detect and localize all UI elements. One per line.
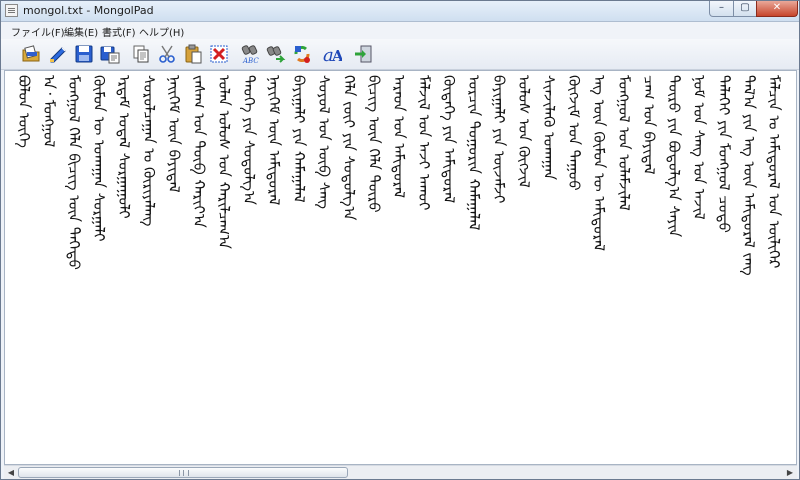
text-line: ᠪᠣᠯᠣᠨ ᠦᠭᠡ bbox=[15, 75, 33, 149]
open-folder-icon[interactable] bbox=[19, 42, 43, 66]
text-line: ᠡᠩ ᠦᠨ ᠬᠦᠮᠦᠨ ᠦ ᠠᠮᠢᠳᠤᠷᠠᠯ bbox=[590, 75, 608, 252]
text-line: ᠤᠯᠤᠰ ᠤᠨ ᠬᠥᠭᠵᠢᠯ bbox=[515, 75, 533, 188]
text-line: ᠪᠠᠶᠢᠭᠠᠯᠢ ᠶᠢᠨ ᠦᠵᠡᠮᠵᠢ bbox=[490, 75, 508, 204]
notepad-app-icon bbox=[5, 4, 18, 17]
text-line: ᠴᠠᠭ ᠤᠨ ᠪᠠᠶᠢᠳᠠᠯ bbox=[640, 75, 658, 175]
text-line: ᠬᠦᠮᠦᠨ ᠦ ᠤᠬᠠᠭᠠᠨ ᠰᠤᠷᠭᠠᠯᠢ bbox=[90, 75, 108, 242]
text-line: ᠨᠣᠮ ᠤᠨ ᠰᠠᠩ ᠤᠨ ᠠᠵᠢᠯ bbox=[690, 75, 708, 220]
cut-scissors-icon[interactable] bbox=[155, 42, 179, 66]
text-line: ᠮᠣᠩᠭᠣᠯ ᠬᠡᠯᠡ ᠪᠢᠴᠢᠭ ᠦᠨ ᠳᠡᠭᠡᠳᠦ bbox=[65, 75, 83, 270]
text-line: ᠰᠤᠶᠤᠯ ᠤᠨ ᠥᠪ ᠰᠠᠩ bbox=[315, 75, 333, 209]
text-line: ᠰᠢᠨᠵᠢᠯᠡᠬᠦ ᠤᠬᠠᠭᠠᠨ bbox=[540, 75, 558, 181]
svg-text:A: A bbox=[331, 47, 342, 64]
text-line: ᠣᠷᠴᠢᠨ ᠲᠣᠭᠣᠷᠢᠨ ᠬᠠᠮᠠᠭᠠᠯᠠᠯ bbox=[465, 75, 483, 231]
text-line: ᠪᠠᠶᠢᠭᠠᠯᠢ ᠶᠢᠨ ᠬᠠᠮᠠᠭᠠᠯᠠᠯ bbox=[290, 75, 308, 203]
text-line: ᠲᠥᠷᠥ ᠶᠢᠨ ᠪᠣᠳᠣᠯᠭ᠎ᠠ ᠰᠠᠶᠢᠨ bbox=[665, 75, 683, 238]
app-window: mongol.txt - MongolPad – ▢ ✕ ファイル(F) 編集(… bbox=[0, 0, 800, 480]
open-edit-icon[interactable] bbox=[46, 42, 70, 66]
scrollbar-thumb[interactable] bbox=[18, 467, 348, 478]
menu-bar: ファイル(F) 編集(E) 書式(F) ヘルプ(H) bbox=[1, 22, 799, 39]
text-line: ᠵᠠᠰᠠᠭ ᠤᠨ ᠲᠥᠪ ᠬᠠᠷᠢᠶ᠎ᠠ bbox=[190, 75, 208, 228]
scrollbar-grip-icon bbox=[179, 470, 189, 476]
text-line: ᠠ᠂ ᠮᠣᠩᠭᠣᠯ bbox=[40, 75, 58, 148]
paste-clipboard-icon[interactable] bbox=[181, 42, 205, 66]
close-button[interactable]: ✕ bbox=[756, 1, 798, 17]
text-editor-area[interactable]: ᠪᠣᠯᠣᠨ ᠦᠭᠡ ᠠ᠂ ᠮᠣᠩᠭᠣᠯ ᠮᠣᠩᠭᠣᠯ ᠬᠡᠯᠡ ᠪᠢᠴᠢᠭ ᠦᠨ… bbox=[4, 70, 797, 465]
find-replace-icon[interactable] bbox=[264, 42, 288, 66]
exit-icon[interactable] bbox=[351, 42, 375, 66]
text-line: ᠣᠯᠠᠨ ᠤᠯᠤᠰ ᠤᠨ ᠬᠠᠷᠢᠯᠴᠠᠭ᠎ᠠ bbox=[215, 75, 233, 249]
text-line: ᠬᠡᠯᠡ ᠵᠦᠢ ᠶᠢᠨ ᠰᠤᠳᠤᠯᠭ᠎ᠠ bbox=[340, 75, 358, 221]
scroll-right-arrow-icon[interactable]: ▶ bbox=[783, 467, 797, 479]
text-line: ᠨᠡᠢᠭᠡᠮ ᠦᠨ ᠪᠠᠶᠢᠳᠠᠯ bbox=[165, 75, 183, 193]
text-line: ᠬᠦᠳᠡᠭᠡ ᠶᠢᠨ ᠠᠮᠢᠳᠤᠷᠠᠯ bbox=[440, 75, 458, 204]
scroll-left-arrow-icon[interactable]: ◀ bbox=[4, 467, 18, 479]
toolbar: ABC aA bbox=[1, 39, 799, 70]
text-line: ᠰᠤᠷᠤᠯᠴᠠᠭᠠᠨ ᠤ ᠬᠦᠷᠢᠶᠡᠯᠡᠩ bbox=[140, 75, 158, 227]
window-title: mongol.txt - MongolPad bbox=[23, 4, 154, 17]
horizontal-scrollbar[interactable]: ◀ ▶ bbox=[4, 465, 797, 479]
menu-file[interactable]: ファイル(F) bbox=[11, 24, 65, 39]
text-line: ᠨᠡᠶᠢᠭᠡᠮ ᠦᠨ ᠠᠮᠢᠳᠤᠷᠠᠯ bbox=[265, 75, 283, 206]
delete-icon[interactable] bbox=[207, 42, 231, 66]
svg-text:ABC: ABC bbox=[242, 57, 259, 64]
minimize-button[interactable]: – bbox=[709, 1, 734, 17]
menu-format[interactable]: 書式(F) bbox=[102, 24, 136, 39]
text-line: ᠪᠢᠴᠢᠭ ᠦᠨ ᠬᠡᠯᠡ ᠲᠦᠷᠦ bbox=[365, 75, 383, 213]
menu-edit[interactable]: 編集(E) bbox=[64, 24, 98, 39]
font-icon[interactable]: aA bbox=[320, 42, 344, 66]
title-bar[interactable]: mongol.txt - MongolPad – ▢ ✕ bbox=[1, 1, 799, 22]
find-abc-icon[interactable]: ABC bbox=[238, 42, 262, 66]
convert-icon[interactable] bbox=[290, 42, 314, 66]
text-line: ᠲᠡᠦᠬᠡ ᠶᠢᠨ ᠰᠤᠳᠤᠯᠭ᠎ᠠ bbox=[240, 75, 258, 205]
text-line: ᠲᠠᠯ᠎ᠠ ᠶᠢᠨ ᠡᠩ ᠦᠨ ᠠᠮᠢᠳᠤᠷᠠᠯ ᠵᠠᠩ bbox=[740, 75, 758, 276]
maximize-button[interactable]: ▢ bbox=[733, 1, 757, 17]
text-line: ᠡᠷᠳᠡᠮ ᠤᠳᠠᠯ ᠰᠤᠷᠭᠠᠭᠤᠯᠢ bbox=[115, 75, 133, 219]
text-line: ᠮᠠᠯᠵᠢᠯ ᠤᠨ ᠠᠵᠢ ᠠᠬᠤᠢ bbox=[415, 75, 433, 211]
save-icon[interactable] bbox=[72, 42, 96, 66]
text-line: ᠠᠷᠠᠳ ᠤᠨ ᠠᠮᠢᠳᠤᠷᠠᠯ bbox=[390, 75, 408, 199]
text-line: ᠮᠣᠩᠭᠣᠯ ᠤᠨ ᠤᠯᠠᠮᠵᠢᠯᠠᠯ bbox=[615, 75, 633, 211]
save-as-icon[interactable] bbox=[98, 42, 122, 66]
text-line: ᠳᠡᠯᠡᠬᠡᠢ ᠶᠢᠨ ᠮᠣᠩᠭᠣᠯ ᠴᠤᠳᠤ bbox=[715, 75, 733, 233]
text-line: ᠬᠥᠭᠵᠢᠮ ᠤᠨ ᠳᠠᠭᠤᠤ bbox=[565, 75, 583, 191]
copy-icon[interactable] bbox=[129, 42, 153, 66]
menu-help[interactable]: ヘルプ(H) bbox=[139, 24, 184, 39]
text-line: ᠮᠠᠯᠴᠢᠨ ᠤ ᠠᠮᠢᠳᠤᠷᠠᠯ ᠤᠨ ᠦᠯᠢᠭᠡᠷ bbox=[765, 75, 783, 269]
